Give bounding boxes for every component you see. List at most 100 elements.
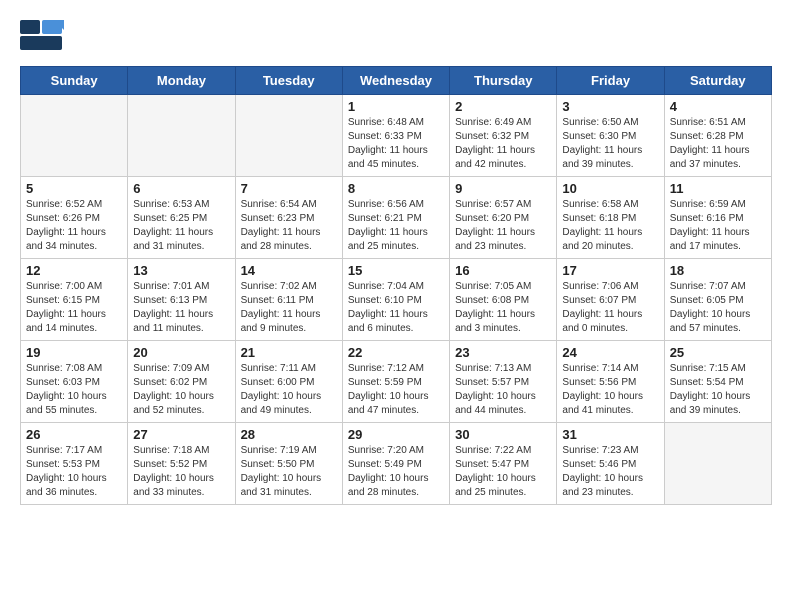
day-info: Sunrise: 7:12 AM Sunset: 5:59 PM Dayligh… (348, 362, 444, 418)
calendar-cell: 17 Sunrise: 7:06 AM Sunset: 6:07 PM Dayli… (557, 259, 664, 341)
day-info: Sunrise: 7:17 AM Sunset: 5:53 PM Dayligh… (26, 444, 122, 500)
day-number: 4 (670, 99, 766, 114)
day-number: 3 (562, 99, 658, 114)
day-number: 2 (455, 99, 551, 114)
calendar-cell: 5 Sunrise: 6:52 AM Sunset: 6:26 PM Daylig… (21, 177, 128, 259)
day-number: 1 (348, 99, 444, 114)
day-info: Sunrise: 6:50 AM Sunset: 6:30 PM Dayligh… (562, 116, 658, 172)
calendar-cell: 13 Sunrise: 7:01 AM Sunset: 6:13 PM Dayli… (128, 259, 235, 341)
day-info: Sunrise: 7:02 AM Sunset: 6:11 PM Dayligh… (241, 280, 337, 336)
column-header-tuesday: Tuesday (235, 67, 342, 95)
day-info: Sunrise: 7:00 AM Sunset: 6:15 PM Dayligh… (26, 280, 122, 336)
day-number: 27 (133, 427, 229, 442)
day-info: Sunrise: 7:06 AM Sunset: 6:07 PM Dayligh… (562, 280, 658, 336)
calendar-cell: 4 Sunrise: 6:51 AM Sunset: 6:28 PM Daylig… (664, 95, 771, 177)
day-number: 7 (241, 181, 337, 196)
calendar-cell: 6 Sunrise: 6:53 AM Sunset: 6:25 PM Daylig… (128, 177, 235, 259)
day-info: Sunrise: 7:22 AM Sunset: 5:47 PM Dayligh… (455, 444, 551, 500)
day-info: Sunrise: 7:09 AM Sunset: 6:02 PM Dayligh… (133, 362, 229, 418)
day-info: Sunrise: 6:56 AM Sunset: 6:21 PM Dayligh… (348, 198, 444, 254)
calendar-cell: 14 Sunrise: 7:02 AM Sunset: 6:11 PM Dayli… (235, 259, 342, 341)
calendar-week-row: 19 Sunrise: 7:08 AM Sunset: 6:03 PM Dayli… (21, 341, 772, 423)
day-info: Sunrise: 6:58 AM Sunset: 6:18 PM Dayligh… (562, 198, 658, 254)
day-info: Sunrise: 6:49 AM Sunset: 6:32 PM Dayligh… (455, 116, 551, 172)
calendar-cell: 15Sunrise: 7:04 AM Sunset: 6:10 PM Dayli… (342, 259, 449, 341)
day-info: Sunrise: 7:01 AM Sunset: 6:13 PM Dayligh… (133, 280, 229, 336)
calendar-cell: 23 Sunrise: 7:13 AM Sunset: 5:57 PM Dayli… (450, 341, 557, 423)
calendar-cell: 25 Sunrise: 7:15 AM Sunset: 5:54 PM Dayli… (664, 341, 771, 423)
day-number: 9 (455, 181, 551, 196)
calendar-cell: 2 Sunrise: 6:49 AM Sunset: 6:32 PM Daylig… (450, 95, 557, 177)
header (20, 20, 772, 56)
calendar-cell: 3 Sunrise: 6:50 AM Sunset: 6:30 PM Daylig… (557, 95, 664, 177)
day-number: 23 (455, 345, 551, 360)
calendar-cell: 27Sunrise: 7:18 AM Sunset: 5:52 PM Dayli… (128, 423, 235, 505)
day-number: 6 (133, 181, 229, 196)
day-info: Sunrise: 6:57 AM Sunset: 6:20 PM Dayligh… (455, 198, 551, 254)
column-header-friday: Friday (557, 67, 664, 95)
calendar-cell: 16Sunrise: 7:05 AM Sunset: 6:08 PM Dayli… (450, 259, 557, 341)
day-info: Sunrise: 6:48 AM Sunset: 6:33 PM Dayligh… (348, 116, 444, 172)
calendar-cell: 30Sunrise: 7:22 AM Sunset: 5:47 PM Dayli… (450, 423, 557, 505)
column-header-thursday: Thursday (450, 67, 557, 95)
day-number: 10 (562, 181, 658, 196)
day-info: Sunrise: 7:05 AM Sunset: 6:08 PM Dayligh… (455, 280, 551, 336)
calendar-cell: 19 Sunrise: 7:08 AM Sunset: 6:03 PM Dayli… (21, 341, 128, 423)
day-info: Sunrise: 7:13 AM Sunset: 5:57 PM Dayligh… (455, 362, 551, 418)
day-info: Sunrise: 7:07 AM Sunset: 6:05 PM Dayligh… (670, 280, 766, 336)
day-info: Sunrise: 7:14 AM Sunset: 5:56 PM Dayligh… (562, 362, 658, 418)
calendar-cell: 29 Sunrise: 7:20 AM Sunset: 5:49 PM Dayli… (342, 423, 449, 505)
day-number: 5 (26, 181, 122, 196)
day-number: 13 (133, 263, 229, 278)
day-info: Sunrise: 7:15 AM Sunset: 5:54 PM Dayligh… (670, 362, 766, 418)
calendar-cell: 26 Sunrise: 7:17 AM Sunset: 5:53 PM Dayli… (21, 423, 128, 505)
day-number: 19 (26, 345, 122, 360)
calendar-cell (21, 95, 128, 177)
day-number: 12 (26, 263, 122, 278)
day-number: 11 (670, 181, 766, 196)
calendar-cell: 22 Sunrise: 7:12 AM Sunset: 5:59 PM Dayli… (342, 341, 449, 423)
calendar-cell: 21Sunrise: 7:11 AM Sunset: 6:00 PM Dayli… (235, 341, 342, 423)
column-header-sunday: Sunday (21, 67, 128, 95)
calendar-cell: 10 Sunrise: 6:58 AM Sunset: 6:18 PM Dayli… (557, 177, 664, 259)
day-info: Sunrise: 7:08 AM Sunset: 6:03 PM Dayligh… (26, 362, 122, 418)
day-info: Sunrise: 6:52 AM Sunset: 6:26 PM Dayligh… (26, 198, 122, 254)
day-info: Sunrise: 7:19 AM Sunset: 5:50 PM Dayligh… (241, 444, 337, 500)
calendar-week-row: 5 Sunrise: 6:52 AM Sunset: 6:26 PM Daylig… (21, 177, 772, 259)
calendar-cell (128, 95, 235, 177)
day-number: 22 (348, 345, 444, 360)
calendar-header-row: SundayMondayTuesdayWednesdayThursdayFrid… (21, 67, 772, 95)
column-header-monday: Monday (128, 67, 235, 95)
day-info: Sunrise: 6:59 AM Sunset: 6:16 PM Dayligh… (670, 198, 766, 254)
calendar-week-row: 12 Sunrise: 7:00 AM Sunset: 6:15 PM Dayli… (21, 259, 772, 341)
day-number: 21 (241, 345, 337, 360)
calendar-cell: 24 Sunrise: 7:14 AM Sunset: 5:56 PM Dayli… (557, 341, 664, 423)
calendar-cell (235, 95, 342, 177)
day-number: 17 (562, 263, 658, 278)
day-number: 20 (133, 345, 229, 360)
day-number: 18 (670, 263, 766, 278)
calendar-cell: 8 Sunrise: 6:56 AM Sunset: 6:21 PM Daylig… (342, 177, 449, 259)
day-number: 24 (562, 345, 658, 360)
logo (20, 20, 66, 56)
logo-icon (20, 20, 64, 56)
day-info: Sunrise: 7:20 AM Sunset: 5:49 PM Dayligh… (348, 444, 444, 500)
day-number: 31 (562, 427, 658, 442)
calendar-cell: 31Sunrise: 7:23 AM Sunset: 5:46 PM Dayli… (557, 423, 664, 505)
day-info: Sunrise: 6:53 AM Sunset: 6:25 PM Dayligh… (133, 198, 229, 254)
day-info: Sunrise: 6:54 AM Sunset: 6:23 PM Dayligh… (241, 198, 337, 254)
day-number: 14 (241, 263, 337, 278)
calendar-cell: 11 Sunrise: 6:59 AM Sunset: 6:16 PM Dayli… (664, 177, 771, 259)
day-number: 15 (348, 263, 444, 278)
day-info: Sunrise: 6:51 AM Sunset: 6:28 PM Dayligh… (670, 116, 766, 172)
day-number: 29 (348, 427, 444, 442)
calendar-cell: 1 Sunrise: 6:48 AM Sunset: 6:33 PM Daylig… (342, 95, 449, 177)
column-header-saturday: Saturday (664, 67, 771, 95)
day-number: 8 (348, 181, 444, 196)
calendar-cell: 20 Sunrise: 7:09 AM Sunset: 6:02 PM Dayli… (128, 341, 235, 423)
calendar-week-row: 1 Sunrise: 6:48 AM Sunset: 6:33 PM Daylig… (21, 95, 772, 177)
calendar-week-row: 26 Sunrise: 7:17 AM Sunset: 5:53 PM Dayli… (21, 423, 772, 505)
day-number: 26 (26, 427, 122, 442)
calendar-cell: 18 Sunrise: 7:07 AM Sunset: 6:05 PM Dayli… (664, 259, 771, 341)
day-number: 25 (670, 345, 766, 360)
